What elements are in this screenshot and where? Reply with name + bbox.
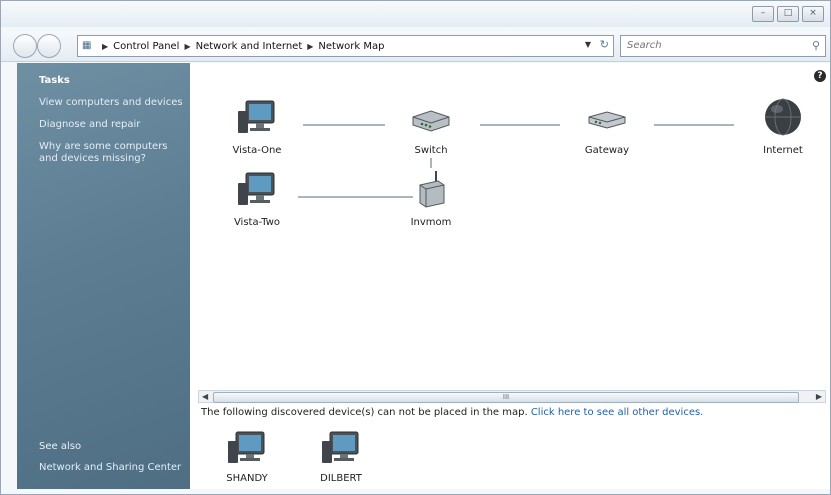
computer-icon (228, 431, 265, 463)
link-switch-invmom (430, 158, 432, 168)
chevron-right-icon: ▶ (102, 41, 109, 51)
globe-icon (765, 98, 801, 136)
computer-icon (322, 431, 359, 463)
close-button[interactable]: × (802, 6, 824, 22)
unplaced-devices-notice: The following discovered device(s) can n… (201, 407, 703, 418)
device-label: SHANDY (226, 473, 268, 484)
horizontal-scrollbar[interactable]: ◀ III ▶ (198, 390, 826, 403)
device-label: Vista-One (232, 145, 282, 156)
breadcrumb-control-panel[interactable]: Control Panel (113, 41, 179, 52)
task-missing-devices[interactable]: Why are some computers and devices missi… (39, 141, 187, 165)
switch-icon (412, 110, 450, 132)
device-switch[interactable]: Switch (396, 103, 466, 156)
window-controls: – □ × (752, 6, 824, 22)
search-icon[interactable]: ⚲ (812, 39, 820, 52)
title-bar: – □ × (1, 1, 830, 27)
notice-text: The following discovered device(s) can n… (201, 407, 531, 418)
navigation-bar: ▦ ▶ Control Panel ▶ Network and Internet… (1, 31, 830, 62)
device-label: Gateway (584, 145, 630, 156)
see-all-devices-link[interactable]: Click here to see all other devices. (531, 407, 704, 418)
chevron-down-icon[interactable]: ▼ (585, 40, 591, 49)
see-also-heading: See also (39, 441, 82, 452)
device-invmom[interactable]: Invmom (396, 169, 466, 228)
device-internet[interactable]: Internet (748, 97, 818, 156)
device-vista-two[interactable]: Vista-Two (222, 169, 292, 228)
device-label: Switch (414, 145, 448, 156)
task-view-computers[interactable]: View computers and devices (39, 97, 187, 109)
search-input[interactable] (625, 39, 799, 52)
computer-icon (238, 100, 275, 133)
scroll-right-icon[interactable]: ▶ (816, 391, 822, 402)
help-icon[interactable]: ? (814, 70, 826, 82)
tasks-pane: Tasks View computers and devices Diagnos… (17, 63, 190, 489)
device-label: Vista-Two (233, 217, 281, 228)
wireless-router-icon (419, 171, 445, 208)
chevron-right-icon: ▶ (184, 41, 191, 51)
minimize-button[interactable]: – (752, 6, 774, 22)
refresh-icon[interactable]: ↻ (600, 38, 609, 51)
address-bar[interactable]: ▦ ▶ Control Panel ▶ Network and Internet… (77, 35, 614, 57)
breadcrumb-network-map[interactable]: Network Map (318, 41, 384, 52)
forward-button[interactable] (37, 34, 61, 58)
network-map-area: ? Vista-One Switch Gateway Internet Vist… (190, 63, 830, 489)
gateway-icon (588, 111, 626, 129)
back-button[interactable] (13, 34, 37, 58)
chevron-right-icon: ▶ (307, 41, 314, 51)
device-gateway[interactable]: Gateway (572, 103, 642, 156)
device-label: Invmom (410, 217, 452, 228)
network-map-window: – □ × ▦ ▶ Control Panel ▶ Network and In… (0, 0, 831, 495)
scroll-thumb[interactable]: III (213, 392, 799, 403)
control-panel-icon: ▦ (82, 40, 92, 51)
network-sharing-center-link[interactable]: Network and Sharing Center (39, 462, 187, 474)
device-shandy[interactable]: SHANDY (212, 429, 282, 484)
device-dilbert[interactable]: DILBERT (306, 429, 376, 484)
tasks-heading: Tasks (39, 75, 70, 86)
link-vista-one-switch (303, 124, 385, 126)
link-switch-gateway (480, 124, 560, 126)
scroll-left-icon[interactable]: ◀ (202, 391, 208, 402)
maximize-button[interactable]: □ (777, 6, 799, 22)
computer-icon (238, 172, 275, 205)
task-diagnose-repair[interactable]: Diagnose and repair (39, 119, 187, 131)
scroll-grip: III (502, 393, 510, 401)
search-box[interactable]: ⚲ (620, 35, 826, 57)
device-label: DILBERT (320, 473, 362, 484)
breadcrumb-network-and-internet[interactable]: Network and Internet (196, 41, 303, 52)
link-gateway-internet (654, 124, 734, 126)
device-vista-one[interactable]: Vista-One (222, 97, 292, 156)
device-label: Internet (763, 145, 803, 156)
